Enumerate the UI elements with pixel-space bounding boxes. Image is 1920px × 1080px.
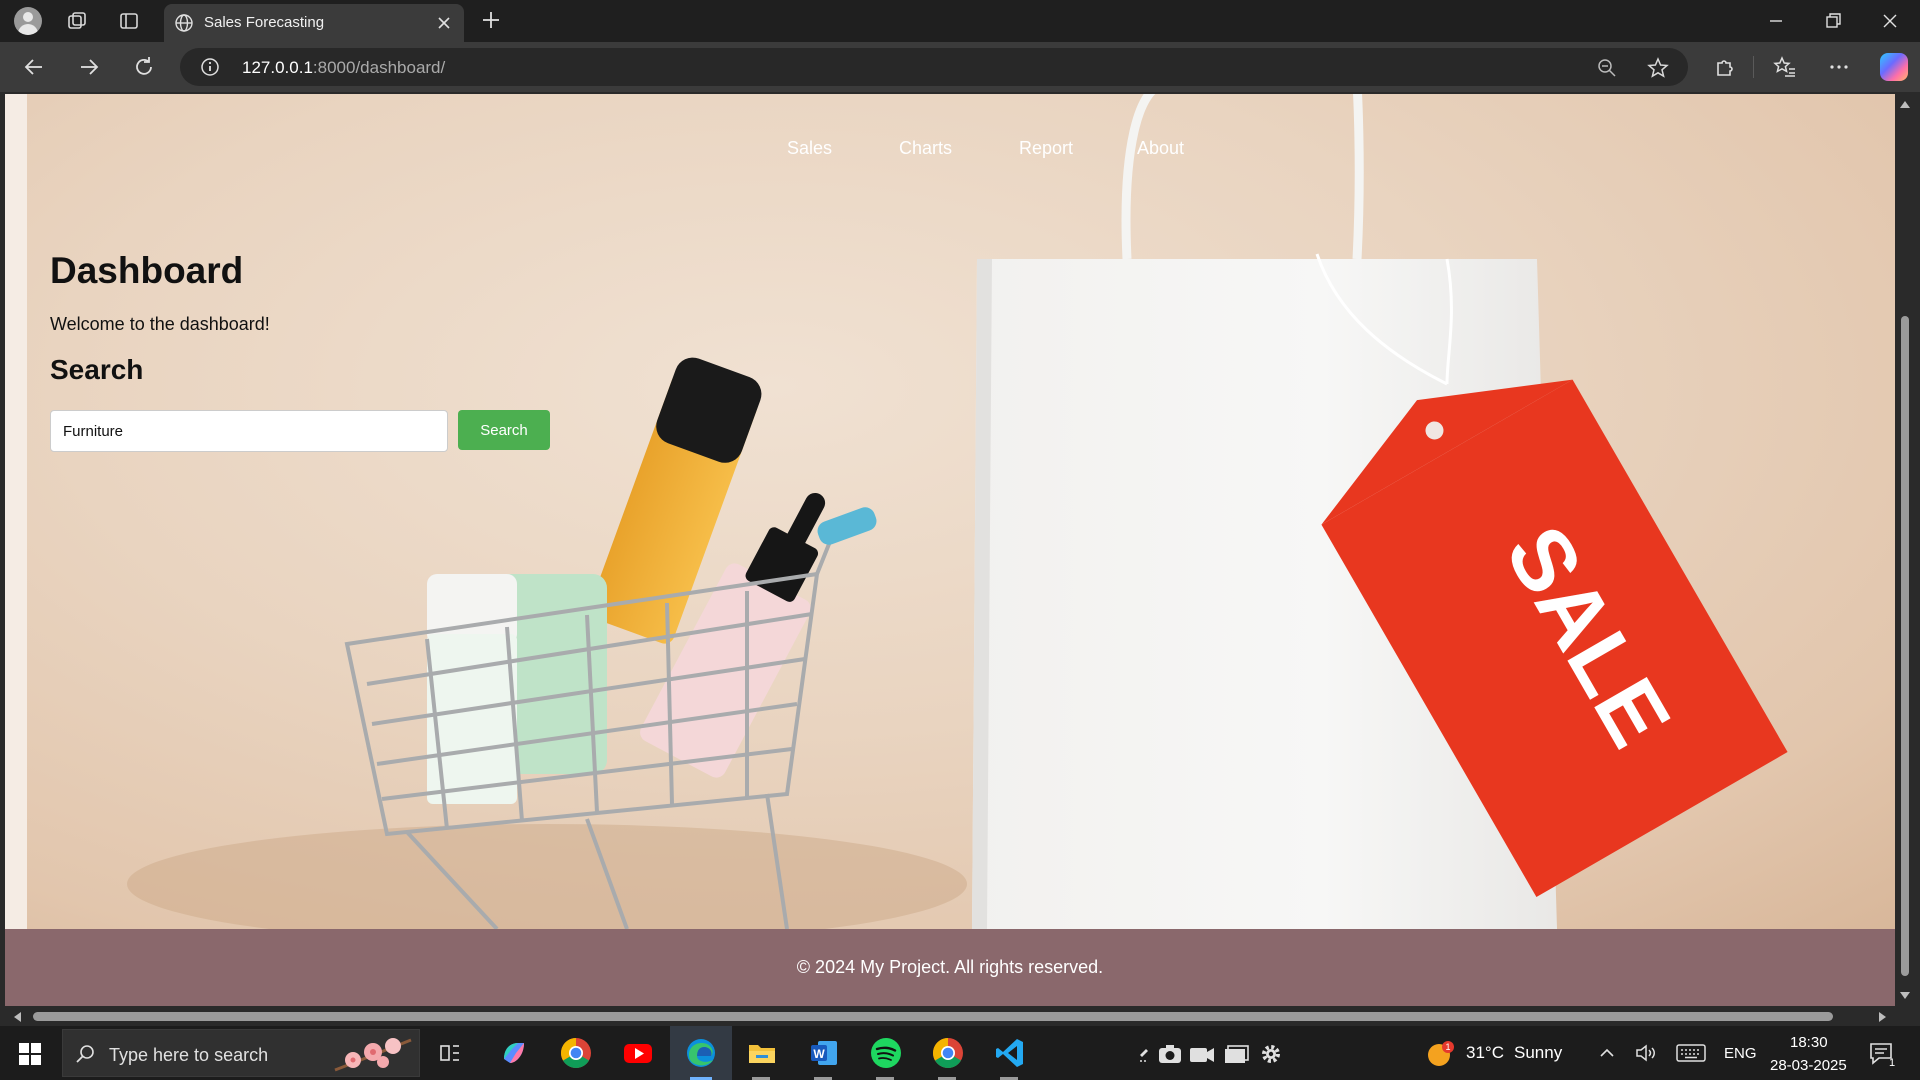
url-host: 127.0.0.1 [242, 58, 313, 77]
zoom-out-icon[interactable] [1596, 57, 1618, 79]
page-footer: © 2024 My Project. All rights reserved. [5, 929, 1895, 1008]
vscode-icon[interactable] [992, 1035, 1028, 1071]
spotify-icon[interactable] [868, 1035, 904, 1071]
nav-link-sales[interactable]: Sales [787, 138, 832, 159]
file-explorer-icon[interactable] [744, 1035, 780, 1071]
browser-viewport: SALE Sales Charts Report About Dashboard… [0, 92, 1920, 1026]
nav-link-about[interactable]: About [1137, 138, 1184, 159]
edge-icon[interactable] [683, 1035, 719, 1071]
search-highlight-flower-icon [334, 1038, 412, 1072]
url-path: :8000/dashboard/ [312, 58, 446, 77]
toolbar-divider [1753, 56, 1754, 78]
word-icon[interactable]: W [806, 1035, 842, 1071]
nav-link-charts[interactable]: Charts [899, 138, 952, 159]
tab-actions-icon[interactable] [118, 10, 140, 32]
address-bar[interactable]: 127.0.0.1:8000/dashboard/ [180, 48, 1688, 86]
youtube-icon[interactable] [620, 1035, 656, 1071]
browser-tab-active[interactable]: Sales Forecasting [164, 4, 464, 42]
volume-icon[interactable] [1634, 1042, 1658, 1064]
workspaces-icon[interactable] [66, 10, 88, 32]
windows-start-icon[interactable] [18, 1042, 42, 1066]
favorites-icon[interactable] [1772, 54, 1798, 80]
weather-temperature[interactable]: 31°C [1466, 1043, 1504, 1063]
refresh-icon[interactable] [131, 54, 157, 80]
copyright-text: © 2024 My Project. All rights reserved. [796, 957, 1104, 977]
scroll-up-icon[interactable] [1899, 100, 1911, 110]
search-icon [76, 1045, 94, 1063]
vertical-scrollbar[interactable] [1895, 94, 1915, 1008]
weather-description[interactable]: Sunny [1514, 1043, 1562, 1063]
tab-title: Sales Forecasting [204, 14, 325, 31]
hero-illustration: SALE [127, 94, 1788, 929]
input-language[interactable]: ENG [1724, 1045, 1757, 1062]
url-text[interactable]: 127.0.0.1:8000/dashboard/ [242, 58, 445, 78]
clock-date[interactable]: 28-03-2025 [1770, 1057, 1847, 1074]
snip-tool-icon[interactable] [1222, 1035, 1250, 1071]
windows-taskbar: Type here to search W 1 31°C Sunny ENG 1… [0, 1026, 1920, 1080]
forward-icon[interactable] [76, 54, 102, 80]
chrome-icon[interactable] [558, 1035, 594, 1071]
favorite-star-icon[interactable] [1646, 56, 1670, 80]
taskbar-search-placeholder: Type here to search [109, 1045, 269, 1065]
vertical-scroll-thumb[interactable] [1901, 316, 1909, 976]
horizontal-scroll-thumb[interactable] [33, 1012, 1833, 1021]
back-icon[interactable] [21, 54, 47, 80]
search-input[interactable] [50, 410, 448, 452]
search-button[interactable]: Search [458, 410, 550, 450]
horizontal-scrollbar[interactable] [5, 1006, 1895, 1026]
video-camera-icon[interactable] [1188, 1035, 1216, 1071]
taskbar-search-box[interactable]: Type here to search [62, 1029, 420, 1077]
scroll-right-icon[interactable] [1877, 1011, 1887, 1023]
pen-menu-icon[interactable] [1132, 1035, 1158, 1071]
extensions-icon[interactable] [1712, 54, 1738, 80]
svg-text:W: W [813, 1047, 825, 1061]
notification-icon[interactable]: 1 [1868, 1040, 1898, 1068]
chevron-up-icon[interactable] [1598, 1044, 1616, 1062]
globe-icon [175, 14, 193, 32]
close-tab-icon[interactable] [434, 13, 454, 33]
nav-link-report[interactable]: Report [1019, 138, 1073, 159]
settings-gear-icon[interactable] [1256, 1035, 1286, 1071]
welcome-text: Welcome to the dashboard! [50, 314, 270, 334]
copilot-icon[interactable] [1880, 53, 1908, 81]
restore-icon[interactable] [1820, 8, 1846, 34]
task-view-icon[interactable] [432, 1035, 468, 1071]
page-left-margin [5, 94, 27, 929]
clock-time[interactable]: 18:30 [1790, 1034, 1828, 1051]
search-heading: Search [50, 354, 144, 385]
page-title: Dashboard [50, 250, 244, 291]
close-window-icon[interactable] [1877, 8, 1903, 34]
keyboard-icon[interactable] [1676, 1043, 1706, 1063]
profile-avatar-icon[interactable] [14, 7, 42, 35]
copilot-app-icon[interactable] [496, 1035, 532, 1071]
more-options-icon[interactable] [1826, 54, 1852, 80]
hero-background-image: SALE Sales Charts Report About [27, 94, 1895, 929]
web-page: SALE Sales Charts Report About Dashboard… [5, 94, 1895, 1008]
scroll-left-icon[interactable] [13, 1011, 23, 1023]
weather-sun-icon[interactable]: 1 [1426, 1040, 1456, 1068]
chrome-second-icon[interactable] [930, 1035, 966, 1071]
browser-tab-strip: Sales Forecasting [0, 0, 1920, 42]
camera-icon[interactable] [1156, 1035, 1184, 1071]
weather-badge: 1 [1445, 1042, 1450, 1052]
new-tab-icon[interactable] [480, 9, 502, 31]
scroll-down-icon[interactable] [1899, 990, 1911, 1000]
minimize-icon[interactable] [1763, 8, 1789, 34]
notification-count: 1 [1889, 1057, 1895, 1068]
site-info-icon[interactable] [200, 57, 220, 77]
browser-toolbar: 127.0.0.1:8000/dashboard/ [0, 42, 1920, 92]
